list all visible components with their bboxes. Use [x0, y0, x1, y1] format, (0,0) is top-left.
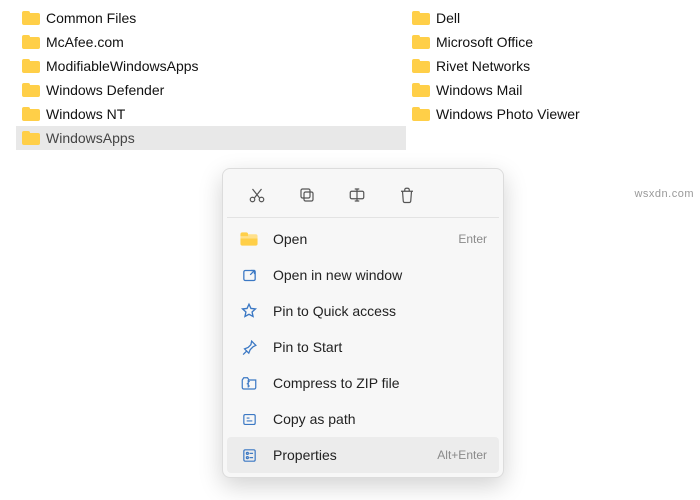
folder-item[interactable]: Windows Defender [16, 78, 406, 102]
folder-icon [22, 59, 40, 74]
menu-label: Pin to Start [273, 339, 487, 355]
folder-icon [412, 11, 430, 26]
folder-pane: Common Files McAfee.com ModifiableWindow… [0, 0, 700, 150]
folder-label: WindowsApps [46, 130, 135, 146]
folder-label: McAfee.com [46, 34, 124, 50]
menu-shortcut: Alt+Enter [437, 448, 487, 462]
menu-label: Pin to Quick access [273, 303, 487, 319]
folder-icon [22, 11, 40, 26]
folder-item[interactable]: Windows Photo Viewer [406, 102, 686, 126]
context-menu: Open Enter Open in new window Pin to Qui… [222, 168, 504, 478]
menu-item-compress-zip[interactable]: Compress to ZIP file [227, 365, 499, 401]
menu-shortcut: Enter [458, 232, 487, 246]
delete-icon[interactable] [395, 183, 419, 207]
folder-column-right: Dell Microsoft Office Rivet Networks Win… [406, 6, 686, 150]
folder-label: ModifiableWindowsApps [46, 58, 199, 74]
watermark: wsxdn.com [634, 188, 694, 200]
copy-icon[interactable] [295, 183, 319, 207]
folder-label: Rivet Networks [436, 58, 530, 74]
folder-item[interactable]: ModifiableWindowsApps [16, 54, 406, 78]
menu-label: Compress to ZIP file [273, 375, 487, 391]
folder-item[interactable]: Dell [406, 6, 686, 30]
folder-icon [22, 83, 40, 98]
folder-label: Windows Photo Viewer [436, 106, 580, 122]
menu-label: Properties [273, 447, 423, 463]
folder-column-left: Common Files McAfee.com ModifiableWindow… [16, 6, 406, 150]
folder-icon [412, 35, 430, 50]
folder-label: Microsoft Office [436, 34, 533, 50]
context-menu-top-actions [227, 173, 499, 218]
folder-label: Windows Mail [436, 82, 522, 98]
menu-item-pin-quick-access[interactable]: Pin to Quick access [227, 293, 499, 329]
folder-label: Windows Defender [46, 82, 164, 98]
folder-item[interactable]: Windows NT [16, 102, 406, 126]
menu-item-pin-start[interactable]: Pin to Start [227, 329, 499, 365]
menu-item-open-new-window[interactable]: Open in new window [227, 257, 499, 293]
folder-label: Windows NT [46, 106, 125, 122]
open-new-window-icon [239, 265, 259, 285]
folder-icon [22, 35, 40, 50]
cut-icon[interactable] [245, 183, 269, 207]
folder-icon [22, 131, 40, 146]
menu-label: Open in new window [273, 267, 487, 283]
folder-icon [412, 59, 430, 74]
folder-open-icon [239, 229, 259, 249]
folder-icon [412, 107, 430, 122]
folder-item[interactable]: Rivet Networks [406, 54, 686, 78]
folder-item-selected[interactable]: WindowsApps [16, 126, 406, 150]
folder-item[interactable]: Microsoft Office [406, 30, 686, 54]
folder-icon [22, 107, 40, 122]
star-icon [239, 301, 259, 321]
folder-item[interactable]: Windows Mail [406, 78, 686, 102]
menu-item-open[interactable]: Open Enter [227, 221, 499, 257]
zip-icon [239, 373, 259, 393]
folder-item[interactable]: Common Files [16, 6, 406, 30]
folder-item[interactable]: McAfee.com [16, 30, 406, 54]
copy-path-icon [239, 409, 259, 429]
pin-icon [239, 337, 259, 357]
folder-label: Common Files [46, 10, 136, 26]
menu-item-properties[interactable]: Properties Alt+Enter [227, 437, 499, 473]
menu-item-copy-path[interactable]: Copy as path [227, 401, 499, 437]
rename-icon[interactable] [345, 183, 369, 207]
menu-label: Copy as path [273, 411, 487, 427]
properties-icon [239, 445, 259, 465]
menu-label: Open [273, 231, 444, 247]
folder-icon [412, 83, 430, 98]
folder-label: Dell [436, 10, 460, 26]
